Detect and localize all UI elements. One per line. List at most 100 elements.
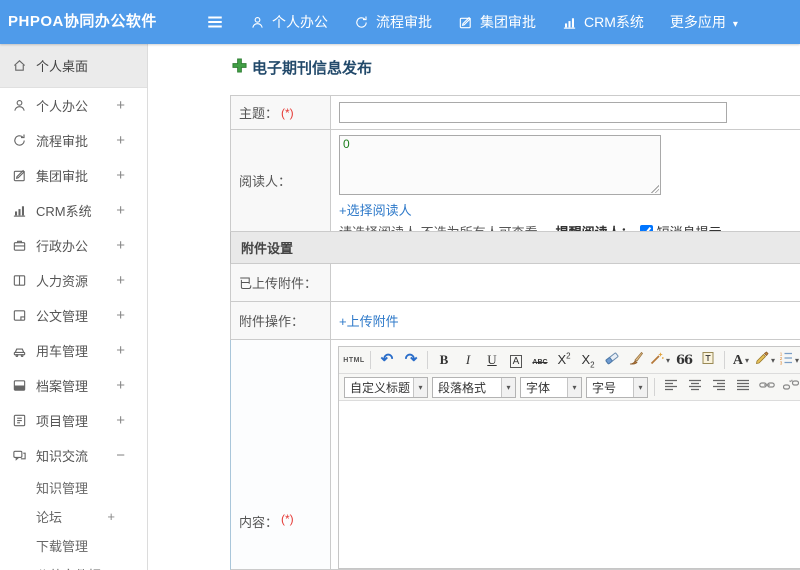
- select-readers-link[interactable]: +选择阅读人: [339, 200, 412, 219]
- sidebar-item-13[interactable]: 论坛 +: [0, 502, 147, 531]
- superscript-button[interactable]: X2: [553, 349, 575, 371]
- navbar-item-label: 流程审批: [376, 14, 432, 30]
- format-painter-button[interactable]: [625, 349, 647, 371]
- sms-notify-checkbox[interactable]: [639, 225, 653, 231]
- sidebar-item-3[interactable]: 集团审批 +: [0, 158, 147, 193]
- link-button[interactable]: [756, 376, 778, 398]
- sidebar-item-2[interactable]: 流程审批 +: [0, 123, 147, 158]
- html-source-button[interactable]: HTML: [343, 349, 365, 371]
- sidebar-item-1[interactable]: 个人办公 +: [0, 88, 147, 123]
- sidebar-item-12[interactable]: 知识管理: [0, 473, 147, 502]
- expand-toggle[interactable]: +: [107, 510, 115, 523]
- sidebar-item-label: 个人办公: [36, 99, 89, 114]
- readers-textarea[interactable]: 0: [339, 135, 661, 195]
- sidebar-item-label: 论坛: [36, 510, 63, 525]
- link-icon: [759, 378, 775, 397]
- redo-button[interactable]: ↷: [400, 349, 422, 371]
- required-mark: (*): [281, 512, 294, 526]
- align-right-button[interactable]: [708, 376, 730, 398]
- sidebar-item-label: CRM系统: [36, 204, 92, 219]
- sidebar-item-9[interactable]: 档案管理 +: [0, 368, 147, 403]
- project-icon: [12, 413, 27, 428]
- paste-text-icon: [701, 351, 715, 370]
- highlight-icon: [755, 350, 769, 370]
- navbar-item-4[interactable]: 更多应用 ▾: [670, 12, 738, 32]
- subject-label: 主题： (*): [231, 96, 331, 129]
- sidebar-item-0[interactable]: 个人桌面: [0, 44, 147, 88]
- uploaded-attachments-value: [331, 264, 800, 301]
- auto-typeset-button[interactable]: ▾: [649, 349, 671, 371]
- navbar-item-0[interactable]: 个人办公: [250, 12, 328, 32]
- attachment-actions-row: 附件操作： +上传附件: [230, 302, 800, 340]
- ordered-list-button[interactable]: 1 2 3 ▾: [778, 349, 800, 371]
- expand-toggle[interactable]: +: [116, 343, 125, 358]
- navbar-items: 个人办公 流程审批 集团审批 CRM系统 更多应用 ▾: [250, 0, 738, 44]
- font-color-icon: A: [732, 353, 744, 368]
- blockquote-button[interactable]: 66: [673, 349, 695, 371]
- expand-toggle[interactable]: +: [116, 133, 125, 148]
- subscript-button[interactable]: X2: [577, 349, 599, 371]
- editor-content-area[interactable]: [339, 401, 800, 568]
- remove-format-button[interactable]: [601, 349, 623, 371]
- caret-down-icon: ▾: [501, 377, 515, 397]
- underline-button[interactable]: U: [481, 349, 503, 371]
- sidebar-item-8[interactable]: 用车管理 +: [0, 333, 147, 368]
- font-family-select[interactable]: 字体 ▾: [520, 376, 582, 398]
- page-title: 电子期刊信息发布: [252, 60, 373, 77]
- bold-button[interactable]: B: [433, 349, 455, 371]
- remove-format-icon: [605, 351, 619, 370]
- expand-toggle[interactable]: +: [116, 98, 125, 113]
- paste-text-button[interactable]: [697, 349, 719, 371]
- align-justify-button[interactable]: [732, 376, 754, 398]
- top-navbar: PHPOA协同办公软件 个人办公 流程审批 集团审批 CRM系统 更多应用 ▾: [0, 0, 800, 44]
- sidebar-item-15[interactable]: 公共文件柜: [0, 560, 147, 570]
- expand-toggle[interactable]: +: [116, 273, 125, 288]
- sidebar-item-5[interactable]: 行政办公 +: [0, 228, 147, 263]
- sidebar-item-label: 公共文件柜: [36, 565, 101, 570]
- menu-toggle-button[interactable]: [205, 13, 225, 31]
- upload-attachment-link[interactable]: +上传附件: [339, 311, 399, 330]
- sidebar-item-14[interactable]: 下载管理: [0, 531, 147, 560]
- italic-button[interactable]: I: [457, 349, 479, 371]
- expand-toggle[interactable]: +: [116, 308, 125, 323]
- strikethrough-button[interactable]: ABC: [529, 349, 551, 371]
- sidebar-item-6[interactable]: 人力资源 +: [0, 263, 147, 298]
- highlight-button[interactable]: ▾: [754, 349, 776, 371]
- rich-text-editor: HTML ↶ ↷ B I U A ABC X2 X2 ▾ 66 A ▾ ▾ 1 2 3 ▾ 自定义标题 ▾ 段落格式 ▾ 字…: [338, 346, 800, 569]
- expand-toggle[interactable]: −: [116, 448, 125, 463]
- subject-input[interactable]: [339, 102, 727, 123]
- navbar-item-1[interactable]: 流程审批: [354, 12, 432, 32]
- navbar-item-3[interactable]: CRM系统: [562, 12, 644, 32]
- custom-style-select[interactable]: 自定义标题 ▾: [344, 376, 428, 398]
- undo-button[interactable]: ↶: [376, 349, 398, 371]
- sidebar-item-10[interactable]: 项目管理 +: [0, 403, 147, 438]
- expand-toggle[interactable]: +: [116, 378, 125, 393]
- sidebar-item-7[interactable]: 公文管理 +: [0, 298, 147, 333]
- sidebar-item-4[interactable]: CRM系统 +: [0, 193, 147, 228]
- required-mark: (*): [281, 105, 294, 120]
- expand-toggle[interactable]: +: [116, 168, 125, 183]
- expand-toggle[interactable]: +: [116, 238, 125, 253]
- font-size-select[interactable]: 字号 ▾: [586, 376, 648, 398]
- unlink-button[interactable]: [780, 376, 800, 398]
- font-color-button[interactable]: A ▾: [730, 349, 752, 371]
- sidebar-item-label: 流程审批: [36, 134, 89, 149]
- sidebar-item-11[interactable]: 知识交流 −: [0, 438, 147, 473]
- navbar-item-2[interactable]: 集团审批: [458, 12, 536, 32]
- paragraph-format-select[interactable]: 段落格式 ▾: [432, 376, 516, 398]
- toolbar-separator: [724, 351, 725, 369]
- doc-icon: [12, 308, 27, 323]
- sidebar-item-label: 行政办公: [36, 239, 89, 254]
- sidebar-item-label: 集团审批: [36, 169, 89, 184]
- expand-toggle[interactable]: +: [116, 413, 125, 428]
- expand-toggle[interactable]: +: [116, 203, 125, 218]
- caret-down-icon: ▾: [413, 377, 427, 397]
- custom-style-select-value: 自定义标题: [350, 380, 411, 395]
- readers-row: 阅读人： 0 +选择阅读人 请选择阅读人,不选为所有人可查看 提醒阅读人： 短消…: [230, 130, 800, 232]
- align-center-button[interactable]: [684, 376, 706, 398]
- edit-icon: [12, 168, 27, 183]
- align-left-button[interactable]: [660, 376, 682, 398]
- remind-readers-label: 提醒阅读人：: [556, 222, 634, 231]
- char-border-button[interactable]: A: [505, 349, 527, 371]
- readers-label: 阅读人：: [231, 130, 331, 231]
